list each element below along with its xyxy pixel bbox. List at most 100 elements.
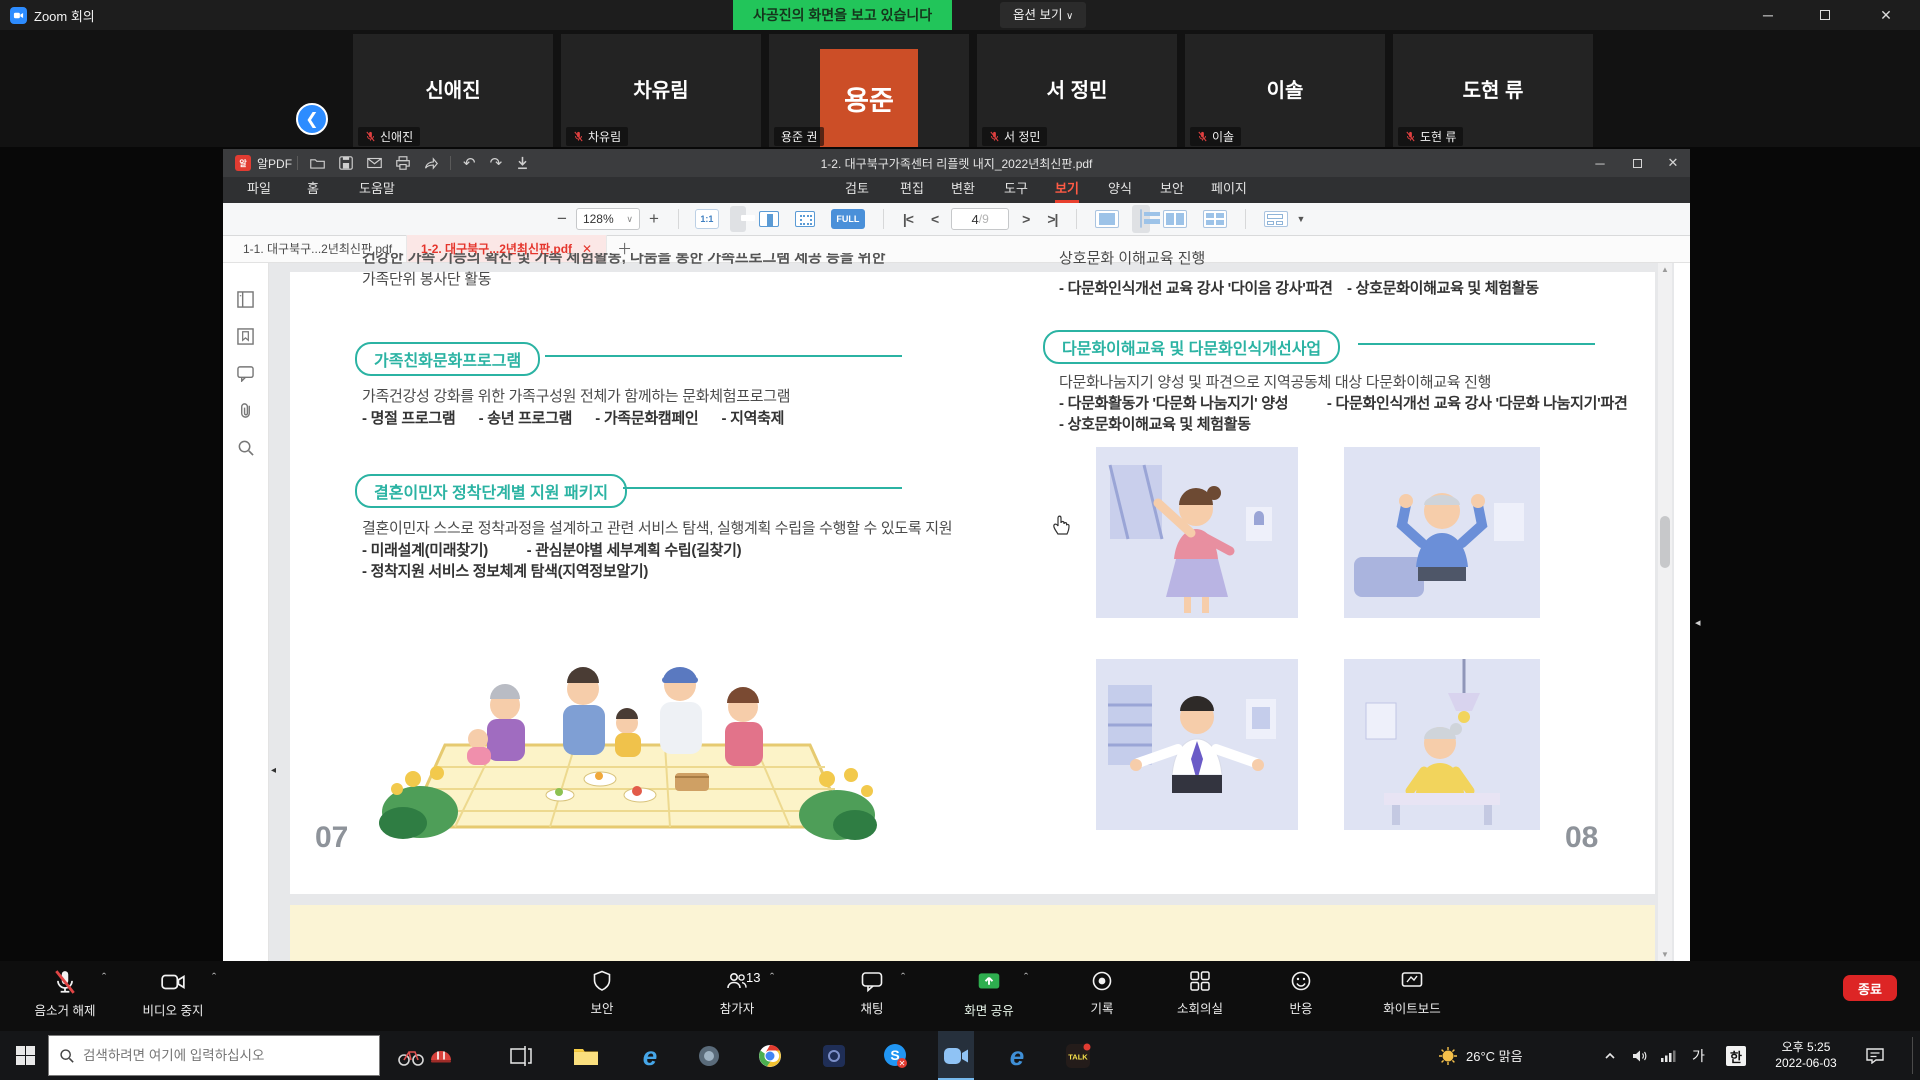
taskbar-clock[interactable]: 오후 5:25 2022-06-03: [1760, 1039, 1852, 1071]
menu-help[interactable]: 도움말: [359, 177, 395, 203]
participant-tile[interactable]: 차유림 차유림: [561, 34, 761, 147]
search-icon[interactable]: [237, 439, 254, 456]
skype-icon[interactable]: S✕: [880, 1041, 910, 1071]
menu-convert[interactable]: 변환: [951, 177, 975, 203]
participant-tile[interactable]: 용준 용준 권: [769, 34, 969, 147]
share-caret[interactable]: ˆ: [1024, 971, 1028, 985]
bookmarks-icon[interactable]: [237, 328, 254, 345]
quad-view-button[interactable]: [1203, 210, 1227, 228]
redo-icon[interactable]: ↷: [490, 154, 503, 172]
options-view-button[interactable]: 옵션 보기 ∨: [1000, 2, 1086, 28]
last-page-button[interactable]: >|: [1038, 211, 1066, 227]
end-meeting-button[interactable]: 종료: [1843, 975, 1897, 1001]
participant-tile[interactable]: 도현 류 도현 류: [1393, 34, 1593, 147]
menu-review[interactable]: 검토: [845, 177, 869, 203]
speaker-icon[interactable]: [1632, 1031, 1648, 1080]
helmet-app-icon[interactable]: [426, 1041, 456, 1071]
two-page-view-button[interactable]: [1163, 210, 1187, 228]
task-view-icon[interactable]: [506, 1041, 536, 1071]
menu-edit[interactable]: 편집: [900, 177, 924, 203]
show-desktop-divider[interactable]: [1912, 1037, 1913, 1074]
collapse-panel-icon[interactable]: ◂: [271, 765, 276, 776]
prev-page-button[interactable]: <: [922, 211, 947, 227]
internet-explorer-icon[interactable]: e: [635, 1041, 665, 1071]
photos-app-icon[interactable]: [694, 1041, 724, 1071]
layout-dropdown-button[interactable]: ▼: [1256, 211, 1305, 227]
participant-tile[interactable]: 신애진 신애진: [353, 34, 553, 147]
menu-home[interactable]: 홈: [307, 177, 319, 203]
vertical-scrollbar[interactable]: ▲ ▼: [1658, 263, 1672, 961]
next-page-button[interactable]: >: [1013, 211, 1038, 227]
chat-button[interactable]: 채팅 ˆ: [817, 969, 927, 1017]
zoom-in-button[interactable]: +: [640, 209, 668, 229]
page-number-input[interactable]: 4/9: [951, 208, 1009, 230]
weather-widget[interactable]: 26°C 맑음: [1438, 1031, 1523, 1080]
close-button[interactable]: ✕: [1866, 0, 1906, 30]
security-button[interactable]: 보안: [547, 969, 657, 1017]
page-thumbnails-icon[interactable]: [237, 291, 254, 308]
pdf-maximize-button[interactable]: [1620, 149, 1654, 177]
chat-caret[interactable]: ˆ: [901, 971, 905, 985]
fit-height-button[interactable]: [759, 211, 779, 227]
menu-security[interactable]: 보안: [1160, 177, 1184, 203]
kakaotalk-icon[interactable]: TALK: [1063, 1041, 1093, 1071]
participant-tile[interactable]: 서 정민 서 정민: [977, 34, 1177, 147]
first-page-button[interactable]: |<: [894, 211, 922, 227]
bicycle-app-icon[interactable]: [396, 1041, 426, 1071]
search-input[interactable]: [83, 1048, 363, 1063]
fit-width-button[interactable]: [730, 206, 746, 232]
menu-tools[interactable]: 도구: [1004, 177, 1028, 203]
print-icon[interactable]: [396, 156, 410, 170]
scroll-down-icon[interactable]: ▼: [1661, 950, 1669, 959]
participants-caret[interactable]: ˆ: [770, 971, 774, 985]
start-button[interactable]: [16, 1046, 35, 1065]
taskbar-search-box[interactable]: [48, 1035, 380, 1076]
whiteboard-button[interactable]: 화이트보드: [1357, 969, 1467, 1017]
action-center-icon[interactable]: [1866, 1031, 1884, 1080]
reactions-button[interactable]: 반응: [1246, 969, 1356, 1017]
menu-view[interactable]: 보기: [1055, 177, 1079, 203]
maximize-button[interactable]: [1805, 0, 1845, 30]
hidden-icons-chevron[interactable]: [1604, 1031, 1616, 1080]
record-button[interactable]: 기록: [1047, 969, 1157, 1017]
attachments-icon[interactable]: [237, 402, 254, 419]
email-icon[interactable]: [367, 157, 382, 169]
single-page-view-button[interactable]: [1095, 210, 1119, 228]
file-explorer-icon[interactable]: [571, 1041, 601, 1071]
participant-tile[interactable]: 이솔 이솔: [1185, 34, 1385, 147]
fit-page-button[interactable]: [795, 211, 815, 227]
zoom-out-button[interactable]: −: [548, 209, 576, 229]
zoom-level-select[interactable]: 128%∨: [576, 208, 640, 230]
participants-button[interactable]: 참가자 13 ˆ: [682, 969, 792, 1017]
save-icon[interactable]: [339, 156, 353, 170]
undo-icon[interactable]: ↶: [463, 154, 476, 172]
dark-app-icon[interactable]: [819, 1041, 849, 1071]
menu-form[interactable]: 양식: [1108, 177, 1132, 203]
next-view-arrow-icon[interactable]: ◂: [1695, 616, 1701, 629]
chrome-icon[interactable]: [755, 1041, 785, 1071]
open-file-icon[interactable]: [310, 157, 325, 170]
breakout-rooms-button[interactable]: 소회의실: [1145, 969, 1255, 1017]
actual-size-button[interactable]: 1:1: [695, 209, 719, 229]
comments-icon[interactable]: [237, 365, 254, 382]
ime-a-indicator[interactable]: 가: [1692, 1031, 1705, 1080]
continuous-view-button[interactable]: [1132, 205, 1150, 233]
share-screen-button[interactable]: 화면 공유 ˆ: [934, 969, 1044, 1019]
pdf-minimize-button[interactable]: ─: [1583, 149, 1617, 177]
pdf-close-button[interactable]: ✕: [1656, 149, 1690, 177]
network-signal-icon[interactable]: [1660, 1031, 1676, 1080]
zoom-taskbar-icon[interactable]: [941, 1041, 971, 1071]
share-icon[interactable]: [424, 157, 438, 170]
stop-video-button[interactable]: 비디오 중지 ˆ: [118, 969, 228, 1019]
mute-options-caret[interactable]: ˆ: [102, 971, 106, 985]
video-options-caret[interactable]: ˆ: [212, 971, 216, 985]
full-screen-button[interactable]: FULL: [831, 209, 865, 229]
minimize-button[interactable]: ─: [1748, 0, 1788, 30]
strip-back-arrow[interactable]: ❮: [296, 103, 328, 135]
scrollbar-thumb[interactable]: [1660, 516, 1670, 568]
scroll-up-icon[interactable]: ▲: [1661, 265, 1669, 274]
download-icon[interactable]: [516, 156, 529, 170]
ime-korean-indicator[interactable]: 한: [1726, 1046, 1746, 1066]
edge-icon[interactable]: e: [1002, 1041, 1032, 1071]
menu-file[interactable]: 파일: [247, 177, 271, 203]
